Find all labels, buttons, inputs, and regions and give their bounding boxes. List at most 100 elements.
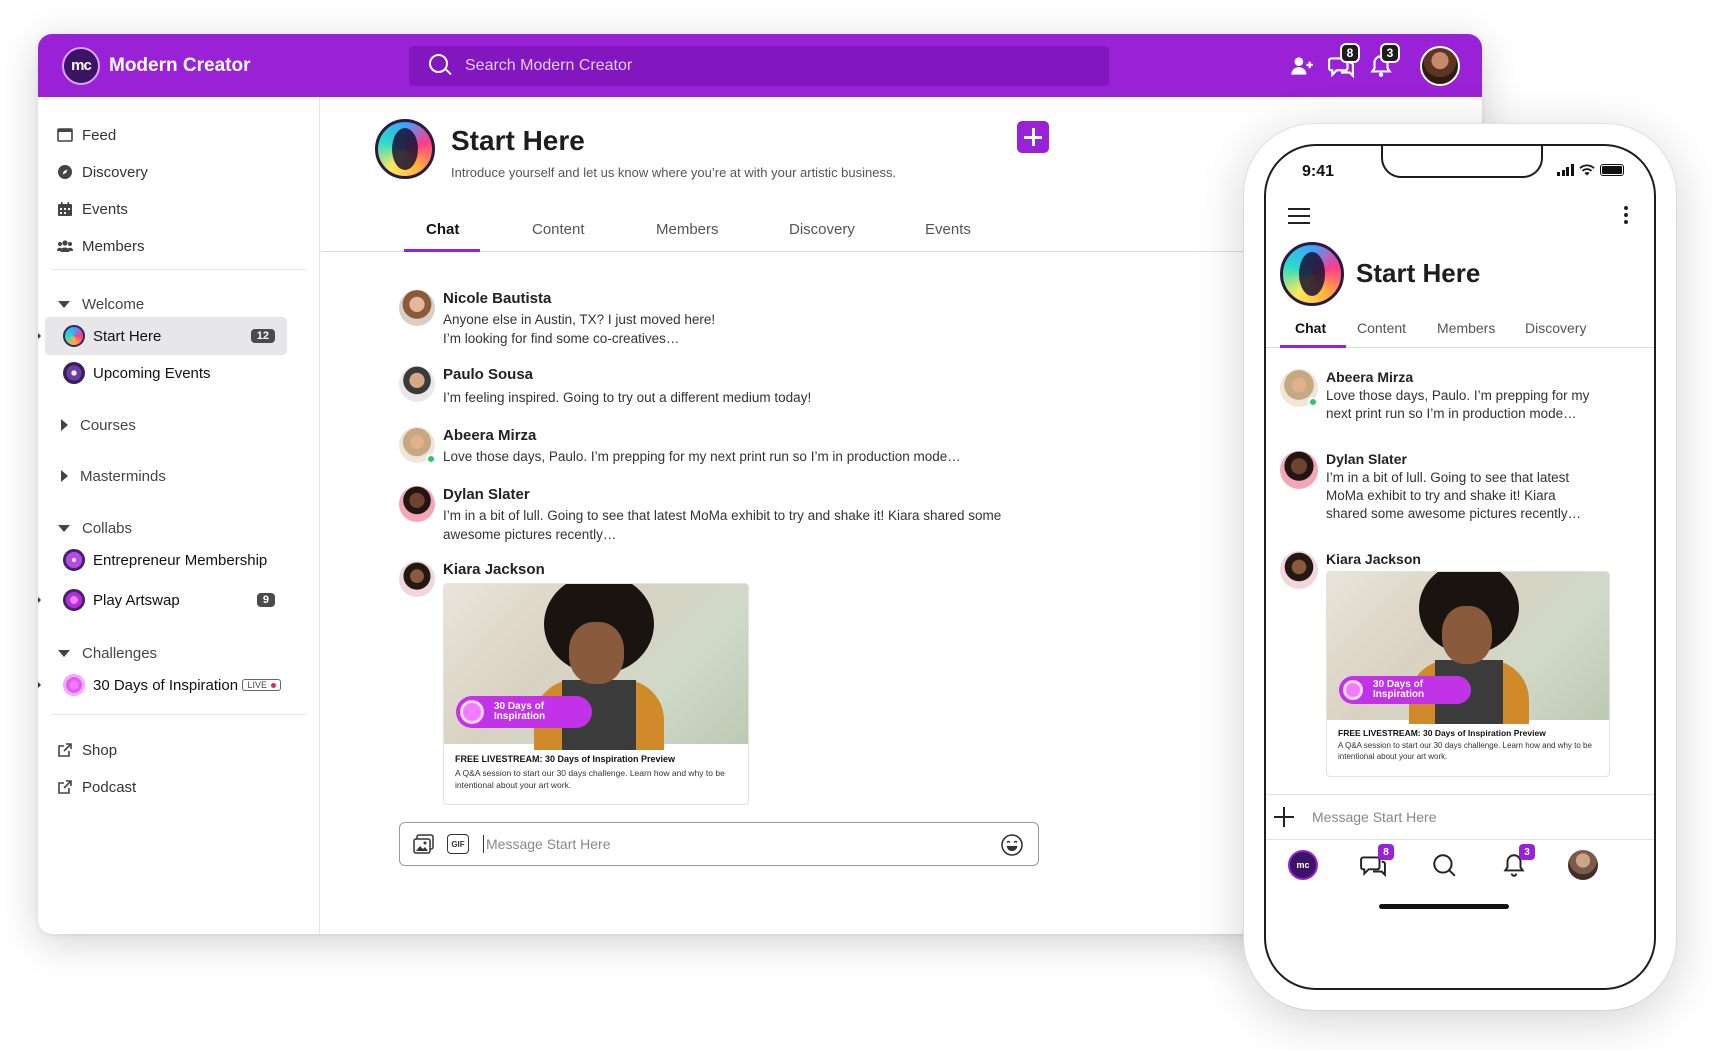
message-author[interactable]: Nicole Bautista (443, 290, 551, 307)
search-icon (429, 54, 453, 78)
event-card[interactable]: 30 Days of Inspiration FREE LIVESTREAM: … (443, 583, 749, 805)
photo-figure (569, 622, 624, 684)
search-bar[interactable]: Search Modern Creator (409, 46, 1109, 86)
sidebar-channel-30-days-of-inspiration[interactable]: 30 Days of Inspiration LIVE (38, 666, 293, 704)
challenge-pill-text: 30 Days of Inspiration (1373, 679, 1425, 700)
profile-tab[interactable] (1566, 848, 1600, 882)
user-avatar (1568, 850, 1598, 880)
active-tab-indicator (404, 249, 480, 252)
nav-item-members[interactable]: Members (56, 234, 145, 258)
message-composer: GIF (399, 822, 1039, 866)
chevron-right-icon (61, 470, 68, 482)
chevron-down-icon (58, 524, 70, 532)
active-tab-indicator (1280, 345, 1346, 348)
compass-icon (56, 163, 74, 181)
avatar[interactable] (399, 486, 435, 522)
sidebar-channel-entrepreneur-membership[interactable]: Entrepreneur Membership (45, 541, 287, 579)
sidebar-channel-upcoming-events[interactable]: Upcoming Events (45, 354, 287, 392)
notifications-tab[interactable]: 3 (1497, 844, 1535, 882)
emoji-icon[interactable] (1000, 833, 1024, 857)
sidebar-divider (52, 714, 306, 715)
message-line: MoMa exhibit to try and shake it! Kiara (1326, 488, 1556, 503)
nav-item-events[interactable]: Events (56, 197, 128, 221)
mobile-tab-content[interactable]: Content (1357, 320, 1406, 336)
message-text: Anyone else in Austin, TX? I just moved … (443, 310, 715, 348)
message-line: Anyone else in Austin, TX? I just moved … (443, 312, 716, 327)
chevron-right-icon (61, 419, 68, 431)
tab-chat[interactable]: Chat (426, 221, 459, 238)
hamburger-menu-icon[interactable] (1288, 208, 1310, 224)
event-card-description: A Q&A session to start our 30 days chall… (455, 768, 725, 790)
tab-content[interactable]: Content (532, 221, 585, 238)
live-dot (271, 682, 276, 688)
home-tab[interactable]: mc (1286, 848, 1320, 882)
section-courses[interactable]: Courses (58, 413, 136, 437)
user-avatar[interactable] (1420, 46, 1460, 86)
mobile-tab-chat[interactable]: Chat (1295, 320, 1326, 336)
mobile-message-input[interactable]: Message Start Here (1312, 809, 1437, 825)
notifications-icon[interactable]: 3 (1364, 43, 1400, 83)
message-line: Love those days, Paulo. I’m prepping for… (443, 449, 961, 464)
messages-badge: 8 (1378, 844, 1394, 860)
photo-figure (1442, 606, 1492, 664)
brand[interactable]: mc Modern Creator (62, 46, 402, 85)
plus-icon[interactable] (1274, 807, 1294, 827)
message-line: Love those days, Paulo. I’m prepping for… (1326, 388, 1590, 403)
add-user-icon[interactable] (1284, 49, 1318, 83)
message-line: I’m in a bit of lull. Going to see that … (1326, 470, 1570, 485)
section-collabs[interactable]: Collabs (58, 516, 132, 540)
nav-item-podcast[interactable]: Podcast (56, 775, 136, 799)
message-author[interactable]: Paulo Sousa (443, 366, 533, 383)
mobile-tab-members[interactable]: Members (1437, 320, 1495, 336)
tab-discovery[interactable]: Discovery (789, 221, 855, 238)
event-card-description: A Q&A session to start our 30 days chall… (1338, 741, 1592, 761)
gif-button[interactable]: GIF (447, 834, 469, 854)
online-status-indicator (1308, 397, 1318, 407)
sidebar: Feed Discovery Events Members Welcome St… (38, 97, 320, 934)
message-author[interactable]: Kiara Jackson (443, 561, 545, 578)
sidebar-channel-start-here[interactable]: Start Here 12 (38, 317, 287, 355)
message-author[interactable]: Abeera Mirza (443, 427, 536, 444)
event-card-image: 30 Days of Inspiration (444, 584, 748, 750)
image-upload-icon[interactable] (413, 833, 435, 855)
message-author[interactable]: Dylan Slater (1326, 451, 1407, 467)
channel-avatar (375, 119, 435, 179)
search-tab[interactable] (1427, 848, 1461, 882)
avatar[interactable] (399, 366, 435, 402)
avatar[interactable] (399, 290, 435, 326)
nav-item-shop[interactable]: Shop (56, 738, 117, 762)
add-button[interactable] (1017, 121, 1049, 153)
message-author[interactable]: Abeera Mirza (1326, 369, 1413, 385)
mobile-message-composer[interactable]: Message Start Here (1266, 794, 1654, 840)
brand-logo: mc (62, 46, 100, 85)
tab-events[interactable]: Events (925, 221, 971, 238)
avatar[interactable] (399, 561, 435, 597)
event-card[interactable]: 30 Days of Inspiration FREE LIVESTREAM: … (1326, 571, 1610, 777)
messages-icon[interactable]: 8 (1324, 43, 1360, 83)
search-input[interactable]: Search Modern Creator (465, 57, 632, 75)
nav-item-feed[interactable]: Feed (56, 123, 116, 147)
mobile-tab-discovery[interactable]: Discovery (1525, 320, 1586, 336)
plus-icon-stroke (1031, 128, 1035, 146)
message-author[interactable]: Dylan Slater (443, 486, 530, 503)
more-options-icon[interactable] (1624, 206, 1628, 224)
message-line: I’m feeling inspired. Going to try out a… (443, 390, 812, 405)
messages-tab[interactable]: 8 (1356, 844, 1394, 882)
avatar[interactable] (1280, 451, 1318, 489)
channel-description: Introduce yourself and let us know where… (451, 165, 897, 180)
section-challenges[interactable]: Challenges (58, 641, 157, 665)
section-masterminds[interactable]: Masterminds (58, 464, 166, 488)
message-author[interactable]: Kiara Jackson (1326, 551, 1421, 567)
message-input[interactable] (483, 835, 983, 853)
unread-count-badge: 12 (250, 329, 275, 343)
section-welcome[interactable]: Welcome (58, 292, 144, 316)
sidebar-divider (52, 269, 306, 270)
live-badge: LIVE (242, 679, 281, 691)
message-line: I’m in a bit of lull. Going to see that … (443, 508, 1002, 523)
tab-members[interactable]: Members (656, 221, 719, 238)
nav-item-discovery[interactable]: Discovery (56, 160, 148, 184)
mobile-device: 9:41 Start Here Chat Content Members Dis… (1244, 124, 1676, 1010)
avatar[interactable] (1280, 551, 1318, 589)
mobile-bottom-nav: mc 8 3 (1266, 840, 1654, 892)
sidebar-channel-play-artswap[interactable]: Play Artswap 9 (38, 581, 287, 619)
